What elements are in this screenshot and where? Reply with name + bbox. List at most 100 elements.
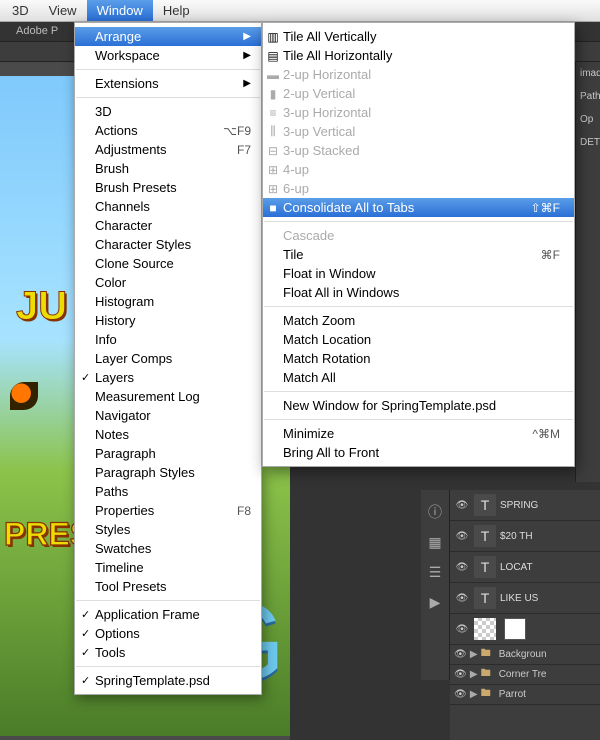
menu-item-notes[interactable]: Notes <box>75 425 261 444</box>
menu-label: SpringTemplate.psd <box>95 673 210 688</box>
layout-icon: ▮ <box>265 87 281 101</box>
submenu-label: 4-up <box>283 162 309 177</box>
menu-item-brush-presets[interactable]: Brush Presets <box>75 178 261 197</box>
submenu-item-bring-all-to-front[interactable]: Bring All to Front <box>263 443 574 462</box>
menu-item-layers[interactable]: ✓Layers <box>75 368 261 387</box>
layer-row[interactable]: 👁 <box>450 614 600 645</box>
visibility-icon[interactable]: 👁 <box>454 649 467 660</box>
menu-3d[interactable]: 3D <box>2 0 39 21</box>
submenu-item-6-up: ⊞6-up <box>263 179 574 198</box>
visibility-icon[interactable]: 👁 <box>454 669 467 680</box>
menu-item-application-frame[interactable]: ✓Application Frame <box>75 605 261 624</box>
submenu-item-tile-all-horizontally[interactable]: ▤Tile All Horizontally <box>263 46 574 65</box>
menu-item-arrange[interactable]: Arrange▶ <box>75 27 261 46</box>
menu-item-actions[interactable]: Actions⌥F9 <box>75 121 261 140</box>
visibility-icon[interactable]: 👁 <box>454 624 470 635</box>
menu-label: Layer Comps <box>95 351 172 366</box>
visibility-icon[interactable]: 👁 <box>454 562 470 573</box>
menu-item-paragraph-styles[interactable]: Paragraph Styles <box>75 463 261 482</box>
submenu-item-match-location[interactable]: Match Location <box>263 330 574 349</box>
submenu-separator <box>264 419 573 420</box>
info-icon[interactable]: ⓘ <box>427 504 443 520</box>
visibility-icon[interactable]: 👁 <box>454 500 470 511</box>
menu-item-histogram[interactable]: Histogram <box>75 292 261 311</box>
submenu-item-match-rotation[interactable]: Match Rotation <box>263 349 574 368</box>
menu-item-springtemplate-psd[interactable]: ✓ SpringTemplate.psd <box>75 671 261 690</box>
menu-item-paths[interactable]: Paths <box>75 482 261 501</box>
panel-tab[interactable]: imade <box>576 62 600 85</box>
menu-item-brush[interactable]: Brush <box>75 159 261 178</box>
menu-label: Workspace <box>95 48 160 63</box>
submenu-label: 3-up Vertical <box>283 124 355 139</box>
disclosure-triangle-icon[interactable]: ▶ <box>467 669 481 680</box>
menu-item-clone-source[interactable]: Clone Source <box>75 254 261 273</box>
menu-item-adjustments[interactable]: AdjustmentsF7 <box>75 140 261 159</box>
layer-name: LIKE US <box>500 593 596 604</box>
panel-tab[interactable]: Op <box>576 108 600 131</box>
visibility-icon[interactable]: 👁 <box>454 593 470 604</box>
window-menu-dropdown[interactable]: Arrange▶Workspace▶ Extensions▶ 3DActions⌥F… <box>74 22 262 695</box>
submenu-item-match-all[interactable]: Match All <box>263 368 574 387</box>
layers-panel[interactable]: ⓘ ▦ ☰ ▶ 👁TSPRING👁T$20 TH👁TLOCAT👁TLIKE US… <box>450 490 600 740</box>
menu-item-character[interactable]: Character <box>75 216 261 235</box>
layer-row[interactable]: 👁T$20 TH <box>450 521 600 552</box>
menu-window[interactable]: Window <box>87 0 153 21</box>
menu-item-info[interactable]: Info <box>75 330 261 349</box>
submenu-item-new-window-for-springtemplate-psd[interactable]: New Window for SpringTemplate.psd <box>263 396 574 415</box>
menu-item-character-styles[interactable]: Character Styles <box>75 235 261 254</box>
submenu-item-match-zoom[interactable]: Match Zoom <box>263 311 574 330</box>
visibility-icon[interactable]: 👁 <box>454 689 467 700</box>
submenu-item-consolidate-all-to-tabs[interactable]: ■Consolidate All to Tabs⇧⌘F <box>263 198 574 217</box>
menu-item-extensions[interactable]: Extensions▶ <box>75 74 261 93</box>
menu-item-swatches[interactable]: Swatches <box>75 539 261 558</box>
menu-item-channels[interactable]: Channels <box>75 197 261 216</box>
menu-item-options[interactable]: ✓Options <box>75 624 261 643</box>
play-icon[interactable]: ▶ <box>427 594 443 610</box>
submenu-item-tile[interactable]: Tile⌘F <box>263 245 574 264</box>
check-icon: ✓ <box>81 608 90 621</box>
submenu-item-float-in-window[interactable]: Float in Window <box>263 264 574 283</box>
menu-item-workspace[interactable]: Workspace▶ <box>75 46 261 65</box>
layer-row[interactable]: 👁TLIKE US <box>450 583 600 614</box>
shortcut-label: F7 <box>237 143 251 157</box>
menu-separator <box>76 97 260 98</box>
menu-view[interactable]: View <box>39 0 87 21</box>
visibility-icon[interactable]: 👁 <box>454 531 470 542</box>
menu-label: Options <box>95 626 140 641</box>
layer-group[interactable]: 👁▶🖿Corner Tre <box>450 665 600 685</box>
right-panel-tabs[interactable]: imade Paths Op DET <box>575 62 600 482</box>
menu-item-navigator[interactable]: Navigator <box>75 406 261 425</box>
menu-item-styles[interactable]: Styles <box>75 520 261 539</box>
layer-group[interactable]: 👁▶🖿Backgroun <box>450 645 600 665</box>
menu-label: History <box>95 313 135 328</box>
layer-row[interactable]: 👁TSPRING <box>450 490 600 521</box>
submenu-item-3-up-horizontal: ≡3-up Horizontal <box>263 103 574 122</box>
layer-row[interactable]: 👁TLOCAT <box>450 552 600 583</box>
layer-name: $20 TH <box>500 531 596 542</box>
menu-help[interactable]: Help <box>153 0 200 21</box>
submenu-item-tile-all-vertically[interactable]: ▥Tile All Vertically <box>263 27 574 46</box>
submenu-item-float-all-in-windows[interactable]: Float All in Windows <box>263 283 574 302</box>
menu-item-color[interactable]: Color <box>75 273 261 292</box>
submenu-label: 3-up Stacked <box>283 143 360 158</box>
panel-icon[interactable]: ▦ <box>427 534 443 550</box>
submenu-item-minimize[interactable]: Minimize^⌘M <box>263 424 574 443</box>
menu-item-layer-comps[interactable]: Layer Comps <box>75 349 261 368</box>
panel-tab[interactable]: DET <box>576 131 600 154</box>
submenu-separator <box>264 306 573 307</box>
menu-item-tool-presets[interactable]: Tool Presets <box>75 577 261 596</box>
disclosure-triangle-icon[interactable]: ▶ <box>467 649 481 660</box>
menu-item-paragraph[interactable]: Paragraph <box>75 444 261 463</box>
menu-item-measurement-log[interactable]: Measurement Log <box>75 387 261 406</box>
menu-item-history[interactable]: History <box>75 311 261 330</box>
swatches-icon[interactable]: ☰ <box>427 564 443 580</box>
menu-item-properties[interactable]: PropertiesF8 <box>75 501 261 520</box>
menu-item-tools[interactable]: ✓Tools <box>75 643 261 662</box>
disclosure-triangle-icon[interactable]: ▶ <box>467 689 481 700</box>
menu-item-3d[interactable]: 3D <box>75 102 261 121</box>
menu-item-timeline[interactable]: Timeline <box>75 558 261 577</box>
layer-group[interactable]: 👁▶🖿Parrot <box>450 685 600 705</box>
arrange-submenu[interactable]: ▥Tile All Vertically▤Tile All Horizontal… <box>262 22 575 467</box>
check-icon: ✓ <box>81 674 90 687</box>
panel-tab[interactable]: Paths <box>576 85 600 108</box>
